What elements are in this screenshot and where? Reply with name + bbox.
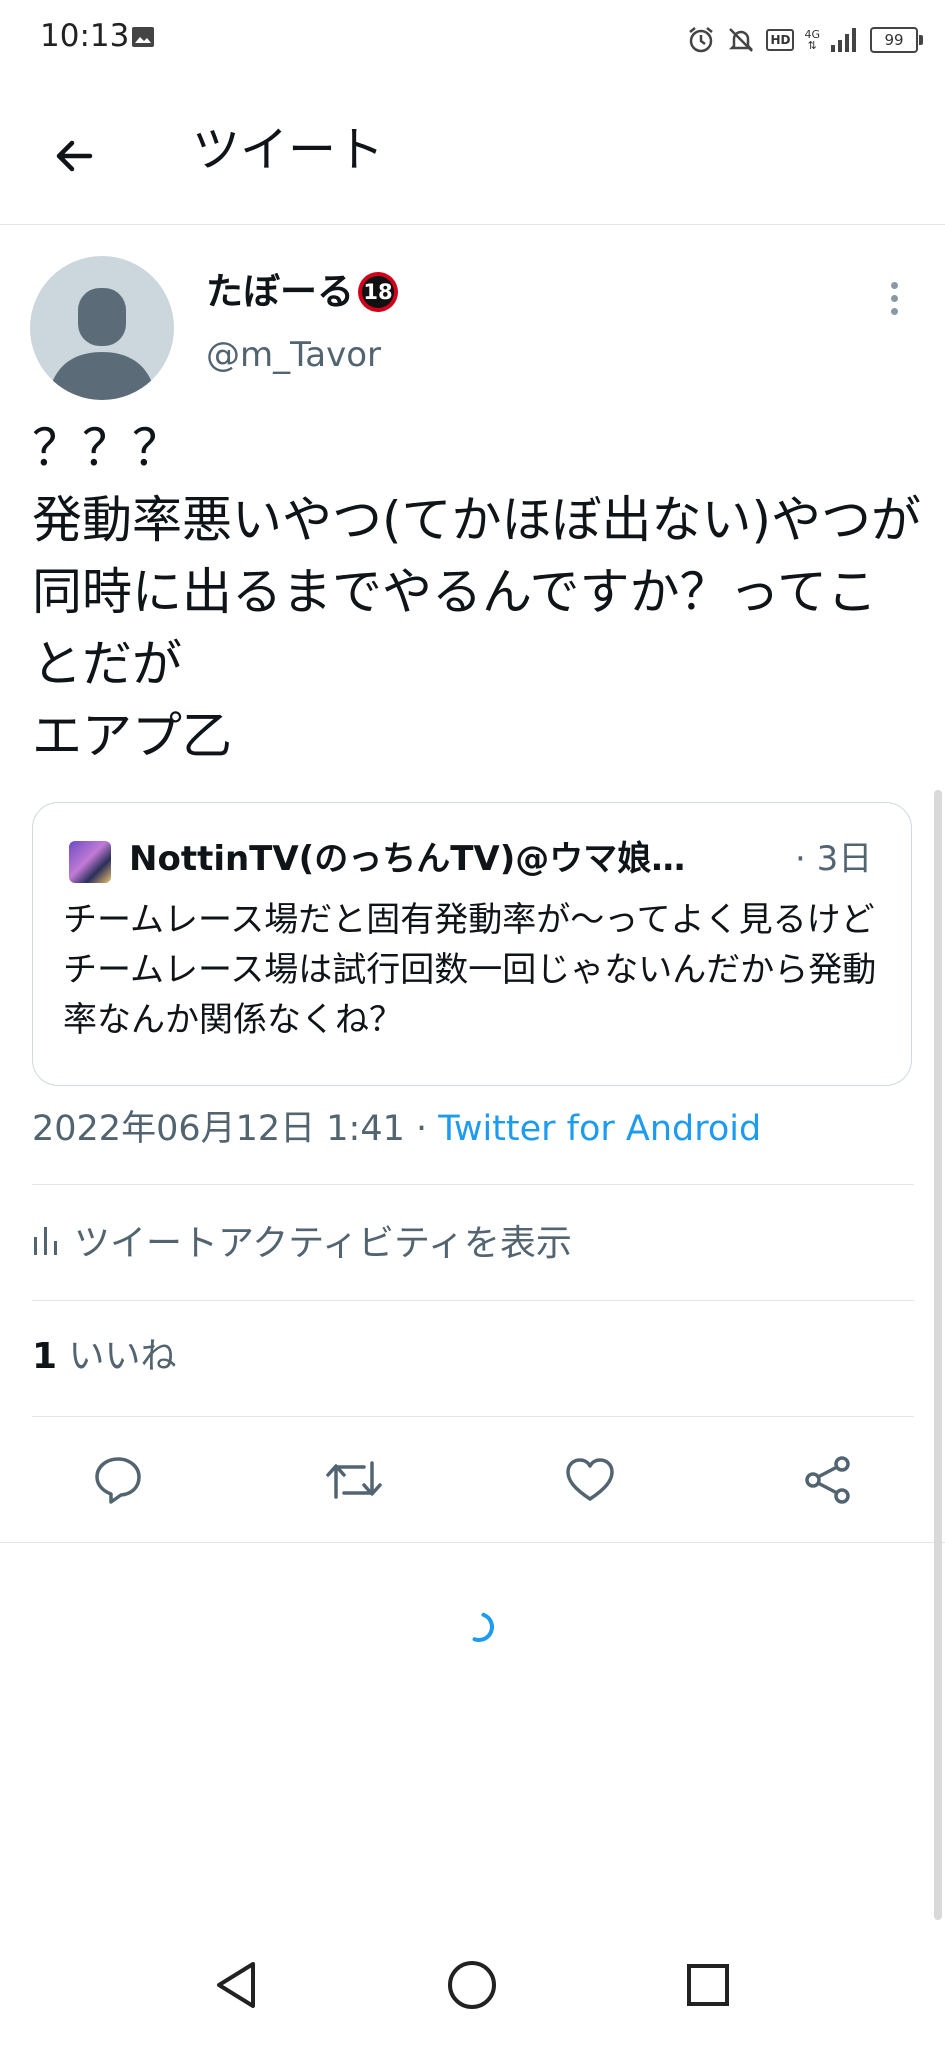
age-badge-label: 18 <box>362 276 394 308</box>
scrollbar[interactable] <box>934 790 942 1920</box>
back-arrow-icon <box>56 140 93 172</box>
tweet-text: ？？？ 発動率悪いやつ(てかほぼ出ない)やつが同時に出るまでやるんですか？ってこ… <box>32 419 922 765</box>
like-count: 1 <box>32 1336 58 1377</box>
like-label: いいね <box>57 1336 177 1377</box>
like-icon <box>566 1458 614 1501</box>
nav-home-icon <box>448 1961 496 2009</box>
divider <box>32 1300 914 1301</box>
nav-back-icon <box>217 1962 255 2008</box>
like-button[interactable] <box>552 1442 628 1518</box>
author-avatar[interactable] <box>30 256 174 400</box>
hd-icon: HD <box>766 29 795 51</box>
retweet-icon <box>326 1461 382 1499</box>
quoted-author-avatar <box>69 841 111 883</box>
activity-icon <box>34 1227 57 1255</box>
tweet-source-link[interactable]: Twitter for Android <box>438 1109 761 1149</box>
quoted-author-name: NottinTV(のっちんTV)@ウマ娘攻略 <box>129 839 719 879</box>
share-button[interactable] <box>790 1442 866 1518</box>
actions-divider <box>0 1542 945 1543</box>
reply-icon <box>95 1457 141 1504</box>
divider <box>32 1416 914 1417</box>
author-display-name[interactable]: たぼーる <box>206 268 354 316</box>
more-options-button[interactable] <box>874 278 914 318</box>
author-name-row[interactable]: たぼーる 18 <box>206 268 398 316</box>
quoted-tweet[interactable]: NottinTV(のっちんTV)@ウマ娘攻略 · 3日 チームレース場だと固有発… <box>32 802 912 1086</box>
battery-icon: 99 <box>870 27 923 53</box>
age-18-badge: 18 <box>358 272 398 312</box>
alarm-icon <box>689 27 714 53</box>
likes-count-link[interactable]: 1 いいね <box>32 1330 177 1384</box>
page-title: ツイート <box>192 122 385 178</box>
reply-button[interactable] <box>80 1442 156 1518</box>
more-dot <box>890 294 898 302</box>
mute-bell-icon <box>729 28 754 52</box>
quoted-text: チームレース場だと固有発動率が〜ってよく見るけどチームレース場は試行回数一回じゃ… <box>63 900 877 1040</box>
signal-icon <box>831 28 856 52</box>
nav-back-button[interactable] <box>196 1950 276 2020</box>
image-notification-icon <box>132 27 154 47</box>
status-time: 10:13 <box>40 18 130 54</box>
status-icons: HD 4G ⇅ 99 <box>686 20 923 60</box>
more-dot <box>890 281 898 289</box>
default-avatar-icon <box>48 288 156 400</box>
quoted-time: · 3日 <box>795 839 873 879</box>
tweet-meta: 2022年06月12日 1:41 · Twitter for Android <box>32 1104 761 1154</box>
tweet-timestamp: 2022年06月12日 1:41 · <box>32 1109 439 1149</box>
loading-spinner-icon <box>472 1612 494 1642</box>
author-handle[interactable]: @m_Tavor <box>206 332 381 378</box>
tweet-activity-link[interactable]: ツイートアクティビティを表示 <box>32 1212 572 1268</box>
retweet-button[interactable] <box>316 1442 392 1518</box>
activity-label: ツイートアクティビティを表示 <box>74 1223 572 1264</box>
nav-home-button[interactable] <box>432 1950 512 2020</box>
network-type: 4G ⇅ <box>804 28 820 52</box>
more-dot <box>890 307 898 315</box>
status-bar: 10:13 HD 4G ⇅ 99 <box>0 0 945 80</box>
share-icon <box>805 1456 850 1504</box>
back-button[interactable] <box>36 118 112 194</box>
nav-recents-icon <box>687 1964 729 2006</box>
divider <box>32 1184 914 1185</box>
header-divider <box>0 224 945 225</box>
battery-level: 99 <box>870 27 918 53</box>
nav-recents-button[interactable] <box>668 1950 748 2020</box>
